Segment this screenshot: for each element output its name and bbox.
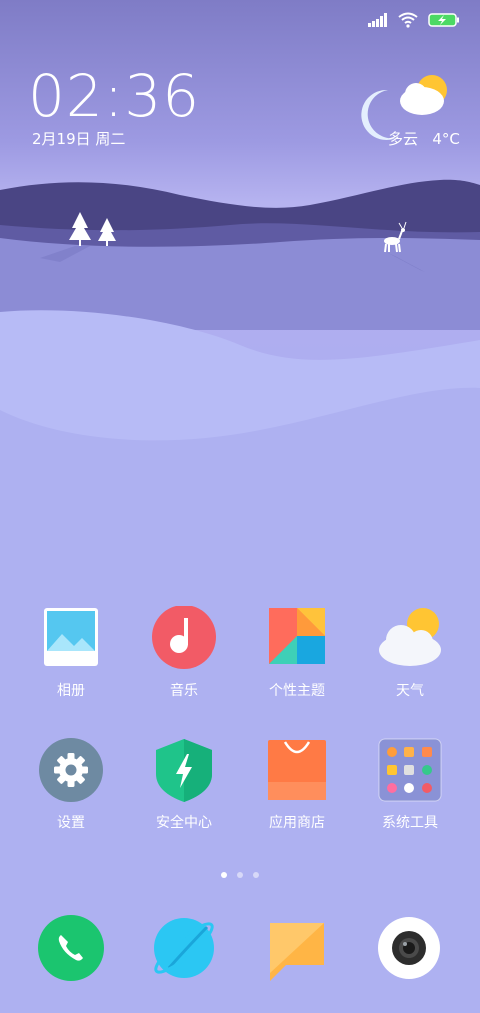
app-weather[interactable]: 天气 [355, 606, 465, 700]
weather-temperature: 4°C [432, 130, 460, 148]
app-settings[interactable]: 设置 [16, 738, 126, 832]
app-label: 相册 [57, 683, 85, 699]
wifi-icon [398, 12, 418, 28]
page-indicator[interactable] [0, 872, 480, 878]
signal-icon [368, 13, 387, 27]
weather-summary: 多云 4°C [388, 128, 460, 149]
home-screen: 02:36 2月19日 周二 多云 4°C 相册 音乐 个性主题 天气 设置 安… [0, 0, 480, 1013]
app-store-icon [264, 738, 330, 804]
settings-icon [38, 738, 104, 804]
clock-time[interactable]: 02:36 [28, 64, 200, 128]
browser-icon [154, 918, 214, 978]
dock-messages[interactable] [262, 913, 332, 983]
folder-icon [377, 738, 443, 804]
app-music[interactable]: 音乐 [129, 605, 239, 700]
status-bar [368, 8, 460, 32]
weather-condition: 多云 [388, 130, 419, 148]
weather-icon [377, 606, 443, 672]
app-store[interactable]: 应用商店 [242, 738, 352, 832]
app-label: 设置 [57, 815, 85, 831]
dock-phone[interactable] [36, 913, 106, 983]
page-dot[interactable] [253, 872, 259, 878]
wallpaper [0, 179, 480, 1013]
gallery-icon [38, 606, 104, 672]
phone-icon [38, 915, 104, 981]
battery-charging-icon [428, 13, 459, 27]
app-label: 应用商店 [269, 815, 325, 831]
app-label: 个性主题 [269, 683, 325, 699]
app-label: 音乐 [170, 683, 198, 699]
messages-icon [270, 923, 324, 981]
app-label: 安全中心 [156, 815, 212, 831]
dock-camera[interactable] [376, 913, 446, 983]
page-dot-active[interactable] [221, 872, 227, 878]
music-icon [151, 605, 217, 672]
camera-icon [378, 917, 440, 979]
app-label: 天气 [396, 683, 424, 699]
app-themes[interactable]: 个性主题 [242, 606, 352, 700]
app-gallery[interactable]: 相册 [16, 606, 126, 700]
clock-date: 2月19日 周二 [32, 130, 126, 148]
page-dot[interactable] [237, 872, 243, 878]
app-folder-system-tools[interactable]: 系统工具 [355, 738, 465, 832]
themes-icon [264, 606, 330, 672]
security-icon [151, 738, 217, 804]
app-security[interactable]: 安全中心 [129, 738, 239, 832]
dock-browser[interactable] [149, 913, 219, 983]
app-label: 系统工具 [382, 815, 438, 831]
